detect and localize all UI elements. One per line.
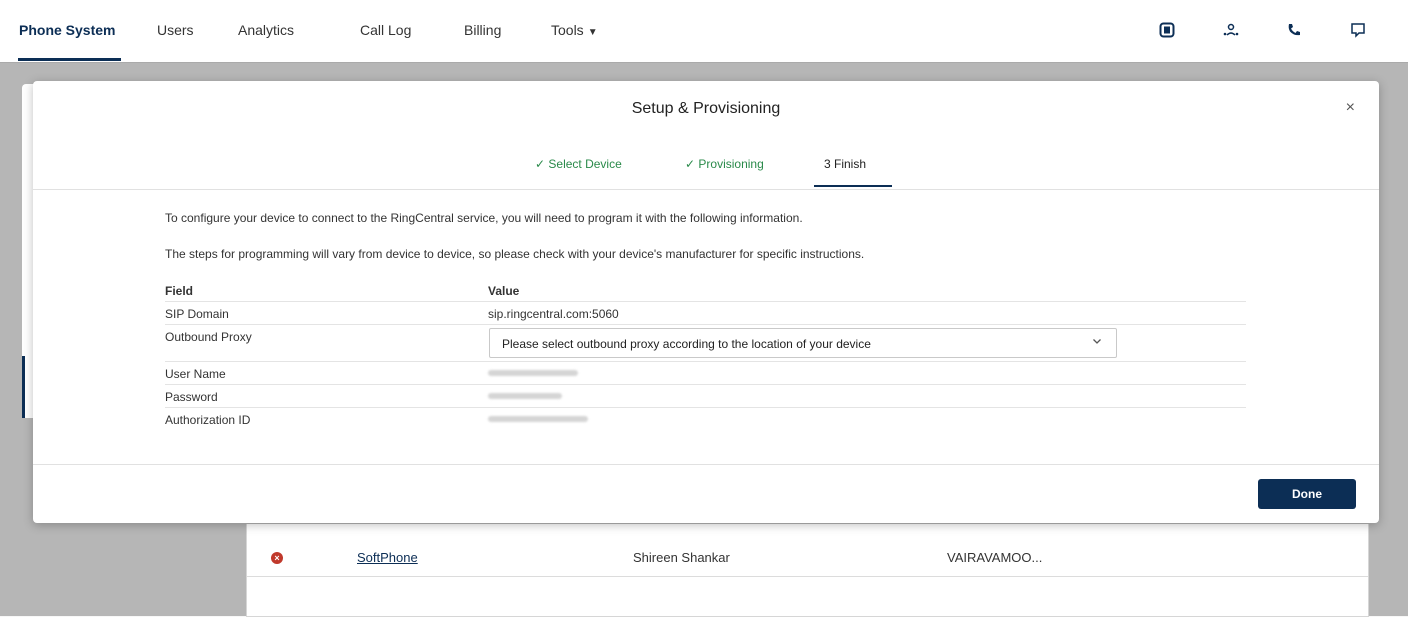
table-header: Field Value xyxy=(165,281,1246,302)
redacted-value xyxy=(488,393,562,399)
row-divider xyxy=(247,576,1368,577)
message-icon[interactable] xyxy=(1349,22,1367,40)
department-cell: VAIRAVAMOO... xyxy=(947,550,1043,565)
select-placeholder: Please select outbound proxy according t… xyxy=(502,337,871,351)
phone-icon[interactable] xyxy=(1285,22,1303,40)
intro-text-2: The steps for programming will vary from… xyxy=(165,247,865,261)
nav-call-log[interactable]: Call Log xyxy=(360,22,411,38)
nav-phone-system[interactable]: Phone System xyxy=(19,22,115,38)
chevron-down-icon: ▼ xyxy=(587,27,598,38)
intro-text-1: To configure your device to connect to t… xyxy=(165,211,803,225)
table-row-authorization-id: Authorization ID xyxy=(165,408,1246,430)
divider xyxy=(33,464,1379,465)
divider xyxy=(33,189,1379,190)
background-device-table: × SoftPhone Shireen Shankar VAIRAVAMOO..… xyxy=(246,524,1369,617)
provisioning-table: Field Value SIP Domain sip.ringcentral.c… xyxy=(165,281,1246,430)
header-value: Value xyxy=(488,284,520,298)
field-label: SIP Domain xyxy=(165,307,229,321)
field-label: Outbound Proxy xyxy=(165,330,252,344)
close-icon[interactable]: × xyxy=(1346,99,1355,117)
nav-active-indicator xyxy=(18,58,121,61)
field-label: User Name xyxy=(165,367,226,381)
app-icon[interactable] xyxy=(1158,22,1176,40)
field-label: Authorization ID xyxy=(165,413,251,427)
field-label: Password xyxy=(165,390,218,404)
table-row-outbound-proxy: Outbound Proxy Please select outbound pr… xyxy=(165,325,1246,362)
outbound-proxy-select[interactable]: Please select outbound proxy according t… xyxy=(489,328,1117,358)
done-button[interactable]: Done xyxy=(1258,479,1356,509)
header-field: Field xyxy=(165,284,194,298)
chevron-down-icon xyxy=(1092,336,1102,349)
setup-provisioning-modal: Setup & Provisioning × ✓ Select Device ✓… xyxy=(33,81,1379,523)
redacted-value xyxy=(488,370,578,376)
step-provisioning: ✓ Provisioning xyxy=(685,157,764,171)
people-icon[interactable] xyxy=(1222,22,1240,40)
modal-title: Setup & Provisioning xyxy=(631,100,781,117)
table-row-user-name: User Name xyxy=(165,362,1246,385)
nav-billing[interactable]: Billing xyxy=(464,22,501,38)
sip-domain-value: sip.ringcentral.com:5060 xyxy=(488,307,619,321)
nav-tools-label: Tools xyxy=(551,22,584,38)
table-row-sip-domain: SIP Domain sip.ringcentral.com:5060 xyxy=(165,302,1246,325)
top-nav: Phone System Users Analytics Call Log Bi… xyxy=(0,0,1408,63)
table-row-password: Password xyxy=(165,385,1246,408)
wizard-steps: ✓ Select Device ✓ Provisioning 3 Finish xyxy=(33,157,1379,189)
error-status-icon: × xyxy=(271,552,283,564)
user-name-cell: Shireen Shankar xyxy=(633,550,730,565)
active-step-indicator xyxy=(814,185,892,187)
step-finish: 3 Finish xyxy=(824,157,867,171)
nav-users[interactable]: Users xyxy=(157,22,194,38)
step-select-device: ✓ Select Device xyxy=(535,157,622,171)
nav-analytics[interactable]: Analytics xyxy=(238,22,294,38)
nav-tools[interactable]: Tools ▼ xyxy=(551,22,598,38)
redacted-value xyxy=(488,416,588,422)
device-link[interactable]: SoftPhone xyxy=(357,550,418,565)
background-panel-indicator xyxy=(22,356,25,418)
